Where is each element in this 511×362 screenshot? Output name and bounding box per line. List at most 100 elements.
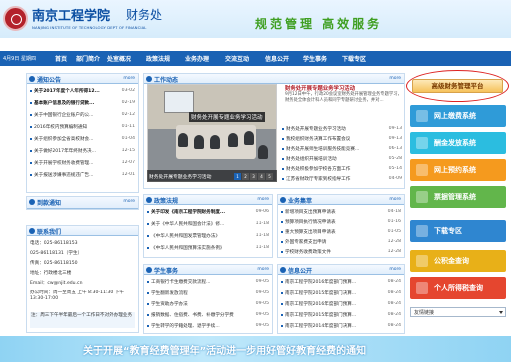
pager-4[interactable]: 4 bbox=[258, 173, 265, 180]
pager-2[interactable]: 2 bbox=[242, 173, 249, 180]
list-item[interactable]: 重大预算支出项目申请表 01-05 bbox=[281, 229, 401, 236]
list-item[interactable]: 预算项目执行情况申请表 01-16 bbox=[281, 219, 401, 226]
list-item[interactable]: 江苏省财政厅专家到校指导工作 04-09 bbox=[282, 176, 402, 183]
download-button[interactable]: 下载专区 bbox=[410, 220, 506, 242]
nav-home[interactable]: 首页 bbox=[55, 54, 67, 63]
department-name: 财务处 bbox=[126, 8, 163, 22]
contact-hours: 办公时间：周一至周五 上午 8:30-11:30 下午 13:30-17:00 bbox=[30, 290, 124, 301]
phone-icon bbox=[29, 228, 35, 234]
list-item[interactable]: 关于2017年度个人年所得12... 03-02 bbox=[30, 88, 135, 95]
housing-fund-button[interactable]: 公积金查询 bbox=[410, 250, 506, 272]
list-item[interactable]: 南京工程学院2014年度部门决算... 08-24 bbox=[281, 323, 401, 330]
payment-notice-title: 到款通知 bbox=[37, 200, 62, 207]
list-item[interactable]: 《中华人民共和国发票管理办法》 11-18 bbox=[147, 233, 269, 240]
main-nav: 4月9日 星期四 首页 部门简介 处室概况 政策法规 业务办理 交流互动 信息公… bbox=[0, 51, 511, 66]
student-icon bbox=[146, 267, 152, 273]
friend-links-select[interactable]: 友情链接 bbox=[410, 307, 506, 317]
contact-panel: 联系我们 电话：025-86118153 025-86118131（学生） 传真… bbox=[26, 225, 139, 333]
tax-icon bbox=[416, 282, 428, 294]
notice-more-link[interactable]: more bbox=[123, 76, 135, 81]
payment-icon bbox=[416, 110, 428, 122]
list-item[interactable]: 财务处积极参加学校各方面工作 05-14 bbox=[282, 166, 402, 173]
list-item[interactable]: 南京工程学院2015年度部门决算... 08-24 bbox=[281, 290, 401, 297]
list-item[interactable]: 南京工程学院2016年度部门预算... 08-24 bbox=[281, 279, 401, 286]
document-icon bbox=[280, 267, 286, 273]
info-more-link[interactable]: more bbox=[389, 267, 401, 272]
online-payment-button[interactable]: 网上缴费系统 bbox=[410, 105, 506, 127]
contact-address: 地址：行政楼北三楼 bbox=[30, 271, 72, 276]
contact-phone-student: 025-86118131（学生） bbox=[30, 251, 83, 256]
list-item[interactable]: 学生资助办学办法 09-05 bbox=[147, 301, 269, 308]
arrow-icon bbox=[29, 199, 35, 205]
business-panel: 业务集萃 more 新增项目支出预算申请表 04-18 预算项目执行情况申请表 01-… bbox=[277, 194, 405, 258]
pager-1[interactable]: 1 bbox=[234, 173, 241, 180]
work-title: 工作动态 bbox=[154, 77, 179, 84]
list-item[interactable]: 财务处组织开展培训活动 05-28 bbox=[282, 156, 402, 163]
work-more-link[interactable]: more bbox=[389, 76, 401, 81]
list-item[interactable]: 学校财务收费政策文件 12-28 bbox=[281, 249, 401, 256]
list-item[interactable]: 南京工程学院2016年度部门预算... 08-24 bbox=[281, 301, 401, 308]
payment-notice-more[interactable]: more bbox=[123, 199, 135, 204]
nav-student[interactable]: 学生事务 bbox=[303, 54, 327, 63]
bottom-banner[interactable]: 关于开展“教育经费管理年”活动进一步用好管好教育经费的通知 bbox=[0, 336, 511, 362]
book-icon bbox=[146, 197, 152, 203]
advanced-finance-platform-button[interactable]: 高级财务管理平台 bbox=[412, 79, 503, 93]
student-title: 学生事务 bbox=[154, 268, 179, 275]
list-item[interactable]: 关于中国银行企业账户的公... 02-12 bbox=[30, 112, 135, 119]
payment-notice-panel[interactable]: 到款通知 more bbox=[26, 196, 139, 210]
list-item[interactable]: 关于印发《南京工程学院财务制度... 09-06 bbox=[147, 209, 269, 216]
contact-footnote: 注：周三下午半年最后一个工作日不对外办理业务 bbox=[30, 312, 135, 328]
list-item[interactable]: 基本账户信息及的银行贷款... 02-19 bbox=[30, 100, 135, 107]
list-item[interactable]: 2016年校内预算编制通知 01-11 bbox=[30, 124, 135, 131]
salary-system-button[interactable]: 酬金发放系统 bbox=[410, 132, 506, 154]
list-item[interactable]: 关于报送涉嫌事违规违广告... 12-01 bbox=[30, 172, 135, 179]
contact-email: Email：cw@njit.edu.cn bbox=[30, 281, 83, 286]
nav-business[interactable]: 业务办理 bbox=[185, 54, 209, 63]
list-item[interactable]: 南京工程学院2015年度部门预算... 08-24 bbox=[281, 312, 401, 319]
receipt-icon bbox=[416, 191, 428, 203]
online-booking-button[interactable]: 网上预约系统 bbox=[410, 159, 506, 181]
list-item[interactable]: 工商银行卡生缴费交款流程... 09-05 bbox=[147, 279, 269, 286]
income-tax-button[interactable]: 个人所得税查询 bbox=[410, 277, 506, 299]
list-item[interactable]: 新增项目支出预算申请表 04-18 bbox=[281, 209, 401, 216]
hot-headline[interactable]: 财务处开展专题业务学习活动 bbox=[285, 84, 355, 92]
policy-more-link[interactable]: more bbox=[257, 197, 269, 202]
money-icon bbox=[416, 137, 428, 149]
home-icon bbox=[416, 255, 428, 267]
nav-overview[interactable]: 处室概况 bbox=[107, 54, 131, 63]
list-item[interactable]: 《中华人民共和国预算法实施条例》 11-18 bbox=[147, 245, 269, 252]
news-icon bbox=[146, 76, 152, 82]
school-name: 南京工程学院 bbox=[32, 9, 111, 24]
english-name: NANJING INSTITUTE OF TECHNOLOGY DEPT OF … bbox=[32, 25, 147, 30]
news-photo[interactable] bbox=[147, 84, 277, 182]
contact-phone: 电话：025-86118153 bbox=[30, 241, 78, 246]
list-item[interactable]: 财务处开展专题业务学习活动 09-13 bbox=[282, 126, 402, 133]
list-item[interactable]: 报销数据、住宿费、书费、补缴学分学费 09-05 bbox=[147, 312, 269, 319]
invoice-system-button[interactable]: 票据管理系统 bbox=[410, 186, 506, 208]
hot-summary: 9月12日中午，行政20会议室财务处开展管理业务专题学习，财务处全体会计科人员和… bbox=[285, 92, 402, 103]
slogan: 规范管理 高效服务 bbox=[255, 17, 383, 31]
list-item[interactable]: 我校组织财务决算工作布置会议 09-13 bbox=[282, 136, 402, 143]
list-item[interactable]: 关于做好2017年年终财务决... 12-15 bbox=[30, 148, 135, 155]
nav-interact[interactable]: 交流互动 bbox=[225, 54, 249, 63]
contact-title: 联系我们 bbox=[37, 229, 62, 236]
nav-info[interactable]: 信息公开 bbox=[265, 54, 289, 63]
nav-about[interactable]: 部门简介 bbox=[76, 54, 100, 63]
pager-5[interactable]: 5 bbox=[266, 173, 273, 180]
nav-download[interactable]: 下载专区 bbox=[342, 54, 366, 63]
business-more-link[interactable]: more bbox=[389, 197, 401, 202]
list-item[interactable]: 学生转学的学籍处理、退学手续... 09-05 bbox=[147, 323, 269, 330]
nav-policy[interactable]: 政策法规 bbox=[146, 54, 170, 63]
list-item[interactable]: 学生翻新发放流程 09-05 bbox=[147, 290, 269, 297]
download-icon bbox=[416, 225, 428, 237]
list-item[interactable]: 关于开展学校财务收费管理... 12-07 bbox=[30, 160, 135, 167]
list-item[interactable]: 外国专家费支出申请 12-28 bbox=[281, 239, 401, 246]
notice-panel: 通知公告 more 关于2017年度个人年所得12... 03-02 基本账户信息及… bbox=[26, 73, 139, 193]
school-logo[interactable] bbox=[3, 6, 28, 31]
list-item[interactable]: 财务处开展师生培训服务技能竞赛... 06-13 bbox=[282, 146, 402, 153]
student-more-link[interactable]: more bbox=[257, 267, 269, 272]
pager-3[interactable]: 3 bbox=[250, 173, 257, 180]
megaphone-icon bbox=[29, 76, 35, 82]
list-item[interactable]: 关于组织参加全省高校财会... 01-04 bbox=[30, 136, 135, 143]
list-item[interactable]: 关于《中华人民共和国会计法》修... 11-18 bbox=[147, 221, 269, 228]
